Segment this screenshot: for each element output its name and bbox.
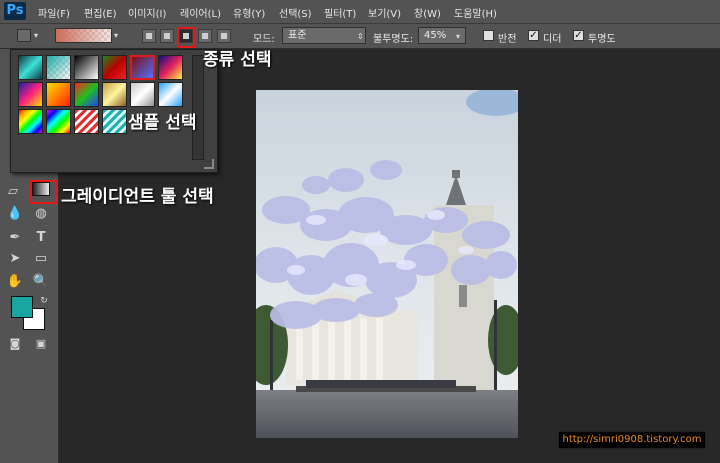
- gradient-swatch[interactable]: [46, 82, 71, 107]
- gradient-swatch[interactable]: [46, 55, 71, 80]
- transparency-checkbox[interactable]: ✓: [573, 30, 584, 41]
- transparency-label: 투명도: [588, 34, 616, 45]
- gradient-swatch[interactable]: [18, 109, 43, 134]
- gradient-swatch[interactable]: [102, 82, 127, 107]
- menu-file[interactable]: 파일(F): [38, 5, 70, 20]
- annotation-type-select: 종류 선택: [203, 50, 272, 70]
- gradient-swatch[interactable]: [18, 82, 43, 107]
- foreground-color-swatch[interactable]: [11, 296, 33, 318]
- menu-view[interactable]: 보기(V): [368, 5, 401, 20]
- blur-icon[interactable]: 💧: [6, 205, 24, 223]
- path-select-icon[interactable]: ➤: [6, 250, 24, 268]
- chevron-down-icon[interactable]: ▾: [456, 32, 460, 41]
- sponge-icon[interactable]: ◍: [32, 205, 50, 223]
- radial-gradient-button[interactable]: [160, 29, 174, 43]
- menu-layer[interactable]: 레이어(L): [180, 5, 221, 20]
- gradient-swatch[interactable]: [158, 82, 183, 107]
- mode-label: 모드:: [253, 34, 275, 45]
- menu-image[interactable]: 이미지(I): [128, 5, 166, 20]
- chevron-down-icon[interactable]: ▾: [34, 31, 38, 40]
- chevron-updown-icon: ⇕: [357, 32, 364, 41]
- chevron-down-icon[interactable]: ▾: [114, 31, 118, 40]
- reverse-label: 반전: [498, 34, 517, 45]
- hand-icon[interactable]: ✋: [6, 273, 24, 291]
- photo-image: [256, 90, 518, 438]
- type-highlight-box: [177, 27, 195, 48]
- tool-preset-icon[interactable]: [17, 29, 31, 42]
- menu-bar: Ps 파일(F) 편집(E) 이미지(I) 레이어(L) 유형(Y) 선택(S)…: [0, 0, 720, 24]
- swap-colors-icon[interactable]: ↻: [35, 292, 53, 310]
- gradient-swatch[interactable]: [158, 55, 183, 80]
- gradient-swatch[interactable]: [74, 55, 99, 80]
- gradient-swatch[interactable]: [18, 55, 43, 80]
- menu-filter[interactable]: 필터(T): [324, 5, 356, 20]
- quick-mask-icon[interactable]: ◙: [6, 335, 24, 353]
- resize-grip-icon[interactable]: [204, 159, 214, 169]
- diamond-gradient-button[interactable]: [217, 29, 231, 43]
- annotation-tool-select: 그레이디언트 툴 선택: [61, 187, 214, 207]
- dither-label: 디더: [543, 34, 562, 45]
- eraser-icon[interactable]: ▱: [4, 183, 22, 201]
- menu-help[interactable]: 도움말(H): [454, 5, 497, 20]
- gradient-preview[interactable]: [55, 28, 112, 43]
- document-canvas[interactable]: [256, 90, 518, 438]
- gradient-swatch-selected[interactable]: [130, 55, 155, 80]
- rectangle-icon[interactable]: ▭: [32, 250, 50, 268]
- reverse-checkbox[interactable]: [483, 30, 494, 41]
- gradient-swatch[interactable]: [74, 109, 99, 134]
- reflected-gradient-button[interactable]: [198, 29, 212, 43]
- options-bar: ▾ ▾ 모드: 표준 ⇕ 불투명도: 45% ▾ 반전 ✓ 디더 ✓ 투명도: [0, 24, 720, 49]
- annotation-sample-select: 샘플 선택: [128, 113, 197, 133]
- zoom-icon[interactable]: 🔍: [32, 273, 50, 291]
- tool-highlight-box: [29, 180, 57, 204]
- type-icon[interactable]: T: [32, 229, 50, 247]
- menu-window[interactable]: 창(W): [414, 5, 441, 20]
- photoshop-logo: Ps: [4, 2, 26, 20]
- menu-type[interactable]: 유형(Y): [233, 5, 265, 20]
- menu-select[interactable]: 선택(S): [279, 5, 312, 20]
- gradient-swatch[interactable]: [102, 55, 127, 80]
- menu-edit[interactable]: 편집(E): [84, 5, 117, 20]
- gradient-swatch[interactable]: [130, 82, 155, 107]
- gradient-swatch[interactable]: [102, 109, 127, 134]
- dither-checkbox[interactable]: ✓: [528, 30, 539, 41]
- linear-gradient-button[interactable]: [142, 29, 156, 43]
- opacity-label: 불투명도:: [373, 34, 414, 45]
- gradient-swatch[interactable]: [74, 82, 99, 107]
- mode-select[interactable]: 표준: [282, 27, 366, 44]
- watermark-url: http://simri0908.tistory.com: [558, 431, 706, 449]
- gradient-swatch[interactable]: [46, 109, 71, 134]
- pen-icon[interactable]: ✒: [6, 229, 24, 247]
- screen-mode-icon[interactable]: ▣: [32, 335, 50, 353]
